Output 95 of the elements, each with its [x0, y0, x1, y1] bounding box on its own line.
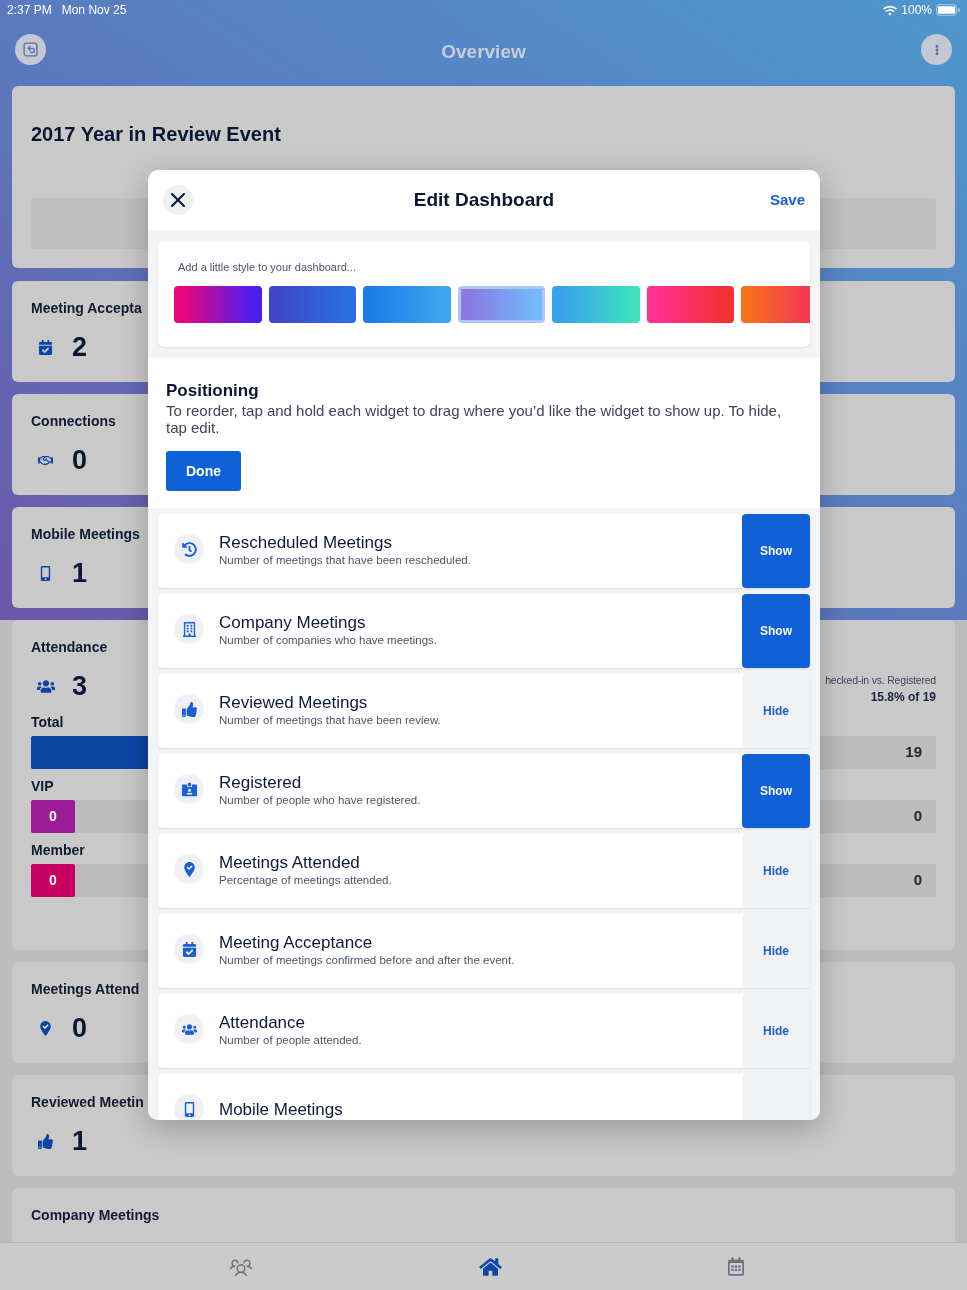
gradient-swatch-icon[interactable] — [741, 286, 810, 323]
people-icon — [37, 678, 55, 694]
widget-description: Number of meetings that have been review. — [219, 712, 441, 727]
chart-caption: hecked-in vs. Registered — [825, 674, 936, 687]
more-button[interactable] — [921, 34, 952, 65]
close-icon — [171, 193, 185, 207]
visibility-button[interactable]: Hide — [742, 674, 810, 748]
bar-total: 19 — [905, 742, 923, 763]
widget-title: Rescheduled Meetings — [219, 531, 392, 553]
card-title: Attendance — [31, 638, 108, 656]
event-title: 2017 Year in Review Event — [31, 122, 281, 146]
widget-title: Mobile Meetings — [219, 1098, 343, 1120]
thumbs-up-icon — [38, 1133, 53, 1149]
home-icon — [478, 1256, 502, 1277]
widget-card[interactable]: Meeting Acceptance Number of meetings confirmed before and after the event. Hide — [158, 914, 810, 988]
history-icon — [174, 534, 204, 564]
thumbs-up-icon — [174, 694, 204, 724]
status-time: 2:37 PM — [7, 2, 52, 19]
widget-description: Number of people who have registered. — [219, 792, 421, 807]
card-value: 1 — [72, 1126, 88, 1156]
bar-label: Member — [31, 842, 85, 859]
card-title: Company Meetings — [31, 1206, 160, 1224]
page-title: Overview — [441, 40, 526, 64]
close-button[interactable] — [163, 185, 193, 215]
card-title: Reviewed Meetin — [31, 1093, 144, 1111]
widget-card[interactable]: Meetings Attended Percentage of meetings attended. Hide — [158, 834, 810, 908]
style-prompt: Add a little style to your dashboard... — [177, 260, 356, 274]
visibility-button[interactable]: Show — [742, 754, 810, 828]
done-button[interactable]: Done — [166, 451, 241, 491]
bar-label: Total — [31, 714, 64, 731]
status-date: Mon Nov 25 — [61, 2, 127, 19]
section-title: Positioning — [166, 380, 259, 402]
widget-title: Reviewed Meetings — [219, 691, 368, 713]
bar-total: 0 — [913, 806, 923, 827]
save-button[interactable]: Save — [769, 188, 805, 212]
calendar-check-icon — [174, 934, 204, 964]
pin-check-icon — [38, 1020, 53, 1036]
widget-title: Company Meetings — [219, 611, 366, 633]
battery-percent: 100% — [901, 2, 932, 19]
card-title: Meeting Accepta — [31, 299, 142, 317]
bar-total: 0 — [913, 870, 923, 891]
card-value: 0 — [72, 1013, 88, 1043]
widget-description: Number of meetings that have been rescheduled. — [219, 552, 471, 567]
visibility-button[interactable]: Show — [742, 594, 810, 668]
return-icon — [23, 42, 38, 57]
card-title: Mobile Meetings — [31, 525, 140, 543]
gradient-swatch-icon[interactable] — [363, 286, 451, 323]
visibility-button[interactable]: Hide — [742, 914, 810, 988]
gradient-swatch-icon[interactable] — [646, 286, 734, 323]
gradient-swatch-icon[interactable] — [174, 286, 262, 323]
visibility-button[interactable]: Show — [742, 514, 810, 588]
widget-card[interactable]: Mobile Meetings — [158, 1074, 810, 1120]
widget-card[interactable]: Reviewed Meetings Number of meetings that have been review. Hide — [158, 674, 810, 748]
tab-button[interactable] — [725, 1255, 746, 1278]
section-description: To reorder, tap and hold each widget to drag where you’d like the widget to show up. To hide, tap edit. — [166, 402, 783, 436]
building-icon — [174, 614, 204, 644]
widget-card[interactable]: Attendance Number of people attended. Hide — [158, 994, 810, 1068]
widget-description: Number of people attended. — [219, 1032, 362, 1047]
widget-title: Attendance — [219, 1011, 305, 1033]
phone-icon — [38, 565, 53, 581]
people-icon — [174, 1014, 204, 1044]
chart-summary: 15.8% of 19 — [870, 690, 936, 704]
card-value: 0 — [72, 445, 88, 475]
gradient-swatch-icon[interactable] — [552, 286, 640, 323]
gradient-swatch-icon[interactable] — [268, 286, 356, 323]
widget-title: Meetings Attended — [219, 851, 360, 873]
widget-description: Number of companies who have meetings. — [219, 632, 437, 647]
card-value: 2 — [72, 332, 88, 362]
card-title: Meetings Attend — [31, 980, 140, 998]
widget-card[interactable]: Rescheduled Meetings Number of meetings that have been rescheduled. Show — [158, 514, 810, 588]
back-button[interactable] — [15, 34, 46, 65]
bar-count: 0 — [49, 807, 57, 826]
dialog-title: Edit Dashboard — [413, 187, 555, 212]
visibility-button[interactable]: Hide — [742, 994, 810, 1068]
widget-description: Percentage of meetings attended. — [219, 872, 392, 887]
card-value: 1 — [72, 558, 88, 588]
widget-title: Meeting Acceptance — [219, 931, 373, 953]
more-icon — [934, 42, 939, 57]
bar-count: 0 — [49, 871, 57, 890]
visibility-button[interactable]: Hide — [742, 834, 810, 908]
widget-card[interactable]: Registered Number of people who have registered. Show — [158, 754, 810, 828]
pin-check-icon — [174, 854, 204, 884]
battery-icon — [936, 4, 960, 16]
card-value: 3 — [72, 671, 88, 701]
widget-title: Registered — [219, 771, 302, 793]
calendar-check-icon — [38, 339, 53, 355]
gradient-swatch-icon[interactable] — [457, 286, 545, 323]
id-badge-icon — [174, 774, 204, 804]
widget-card[interactable]: Company Meetings Number of companies who have meetings. Show — [158, 594, 810, 668]
wifi-icon — [883, 4, 898, 16]
phone-icon — [174, 1094, 204, 1120]
card-title: Connections — [31, 412, 116, 430]
bar-label: VIP — [31, 778, 54, 795]
widget-description: Number of meetings confirmed before and after the event. — [219, 952, 515, 967]
calendar-icon — [727, 1257, 744, 1276]
